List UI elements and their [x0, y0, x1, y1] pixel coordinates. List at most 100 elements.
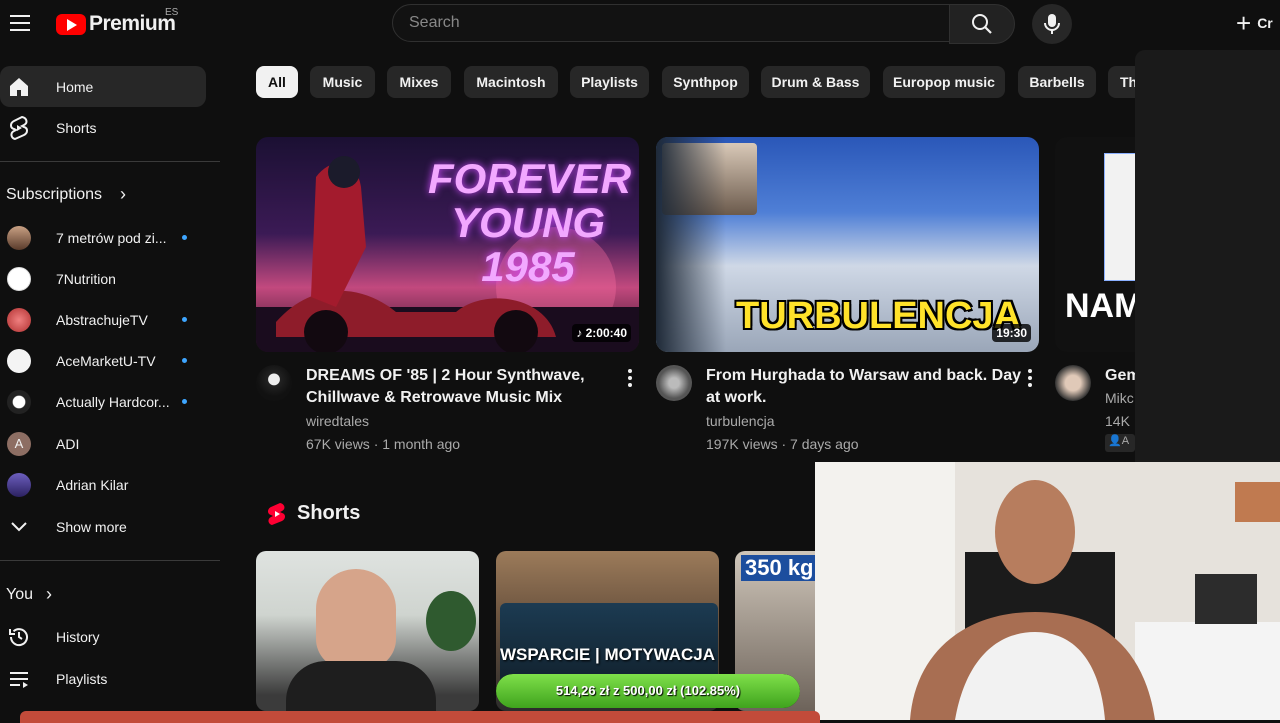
webcam-overlay [815, 462, 1280, 720]
divider [0, 161, 220, 162]
chip-europop-music[interactable]: Europop music [883, 66, 1005, 98]
title-line: DREAMS OF '85 | 2 Hour Synthwave, [306, 367, 585, 384]
section-title: Subscriptions [6, 186, 103, 203]
channel-name: Actually Hardcor... [56, 393, 170, 410]
channel-avatar [6, 225, 32, 251]
channel-name: AceMarketU-TV [56, 352, 156, 369]
create-label: Cr [1257, 15, 1273, 31]
logo-text: Premium [89, 12, 176, 35]
sidebar-item-subscription[interactable]: AceMarketU-TV [0, 340, 206, 381]
video-duration: ♪ 2:00:40 [572, 324, 631, 342]
thumbnail-text: WSPARCIE | MOTYWACJA [499, 645, 716, 664]
chevron-right-icon: › [46, 584, 52, 604]
show-more-button[interactable]: Show more [0, 506, 206, 547]
duration-text: 2:00:40 [585, 326, 627, 340]
thumbnail-line: 1985 [481, 243, 575, 290]
search-button[interactable] [949, 4, 1015, 44]
section-title: You [6, 586, 33, 603]
you-header[interactable]: You › [0, 584, 206, 608]
home-icon [6, 74, 32, 100]
chip-mixes[interactable]: Mixes [387, 66, 451, 98]
whiteboard-image [1104, 153, 1135, 281]
playlists-icon [6, 666, 32, 692]
create-button[interactable]: + Cr [1236, 8, 1273, 38]
sidebar-item-playlists[interactable]: Playlists [0, 658, 206, 699]
channel-avatar [6, 307, 32, 333]
youtube-play-icon [56, 13, 86, 35]
video-thumbnail[interactable]: FOREVER YOUNG 1985 ♪ 2:00:40 [256, 137, 639, 352]
channel-name[interactable]: Mikc [1105, 390, 1135, 406]
chip-all[interactable]: All [256, 66, 298, 98]
chip-playlists[interactable]: Playlists [570, 66, 649, 98]
new-content-dot [182, 358, 187, 363]
video-title[interactable]: DREAMS OF '85 | 2 Hour Synthwave, Chillw… [306, 365, 616, 409]
video-thumbnail[interactable]: TURBULENCJA 19:30 [656, 137, 1039, 352]
shorts-icon [266, 502, 288, 531]
microphone-icon [1044, 14, 1060, 34]
channel-avatar [6, 472, 32, 498]
channel-avatar[interactable] [1055, 365, 1091, 401]
chip-synthpop[interactable]: Synthpop [662, 66, 749, 98]
sidebar-item-subscription[interactable]: 7 metrów pod zi... [0, 217, 206, 258]
region-code: ES [165, 7, 179, 18]
search-box [392, 4, 981, 42]
video-title[interactable]: Gem [1105, 365, 1135, 387]
chip-macintosh[interactable]: Macintosh [464, 66, 558, 98]
shorts-icon [6, 115, 32, 141]
sidebar-item-label: Playlists [56, 670, 108, 687]
members-badge: 👤A [1105, 434, 1135, 452]
channel-name: Adrian Kilar [56, 476, 129, 493]
channel-name[interactable]: turbulencja [706, 413, 775, 429]
title-line: at work. [706, 389, 767, 406]
channel-name: AbstrachujeTV [56, 311, 148, 328]
voice-search-button[interactable] [1032, 4, 1072, 44]
video-thumbnail[interactable]: NAM [1055, 137, 1135, 352]
channel-avatar[interactable] [256, 365, 292, 401]
chevron-down-icon [6, 514, 32, 540]
more-actions-icon[interactable] [628, 369, 632, 390]
chip-drum-and-bass[interactable]: Drum & Bass [761, 66, 870, 98]
chip-music[interactable]: Music [310, 66, 375, 98]
video-meta: 67K views · 1 month ago [306, 436, 461, 452]
top-bar: Premium ES + Cr [0, 0, 1280, 48]
music-note-icon: ♪ [576, 326, 586, 340]
channel-name: 7 metrów pod zi... [56, 229, 167, 246]
subscriptions-header[interactable]: Subscriptions › [0, 184, 206, 208]
show-more-label: Show more [56, 518, 127, 535]
bottom-progress-strip [20, 711, 820, 723]
thumbnail-line: YOUNG [450, 199, 605, 246]
channel-avatar [6, 348, 32, 374]
thumbnail-text: TURBULENCJA [736, 295, 1021, 337]
sidebar-item-subscription[interactable]: A ADI [0, 423, 206, 464]
thumbnail-text: 350 kg [741, 555, 815, 581]
channel-name[interactable]: wiredtales [306, 413, 369, 429]
youtube-logo[interactable]: Premium ES [56, 7, 178, 36]
sidebar-item-subscription[interactable]: AbstrachujeTV [0, 299, 206, 340]
sidebar-item-history[interactable]: History [0, 616, 206, 657]
channel-avatar[interactable] [656, 365, 692, 401]
title-line: From Hurghada to Warsaw and back. Day [706, 367, 1022, 384]
sidebar-item-subscription[interactable]: Actually Hardcor... [0, 381, 206, 422]
history-icon [6, 624, 32, 650]
sidebar-item-subscription[interactable]: 7Nutrition [0, 258, 206, 299]
video-meta: 197K views · 7 days ago [706, 436, 859, 452]
chip-barbells[interactable]: Barbells [1018, 66, 1096, 98]
sidebar-item-home[interactable]: Home [0, 66, 206, 107]
side-panel [1135, 50, 1280, 462]
thumbnail-text: FOREVER YOUNG 1985 [428, 155, 632, 290]
channel-name: ADI [56, 435, 80, 452]
short-thumbnail[interactable] [256, 551, 479, 711]
sidebar-item-shorts[interactable]: Shorts [0, 107, 206, 148]
search-icon [972, 14, 992, 34]
new-content-dot [182, 399, 187, 404]
video-title[interactable]: From Hurghada to Warsaw and back. Day at… [706, 365, 1026, 409]
plus-icon: + [1236, 8, 1252, 38]
sidebar-item-subscription[interactable]: Adrian Kilar [0, 464, 206, 505]
presenter-face-image [316, 569, 396, 669]
menu-icon[interactable] [8, 10, 32, 36]
thumbnail-line: FOREVER [428, 155, 632, 202]
title-line: Chillwave & Retrowave Music Mix [306, 389, 563, 406]
more-actions-icon[interactable] [1028, 369, 1032, 390]
channel-avatar [6, 266, 32, 292]
search-input[interactable] [393, 5, 981, 41]
